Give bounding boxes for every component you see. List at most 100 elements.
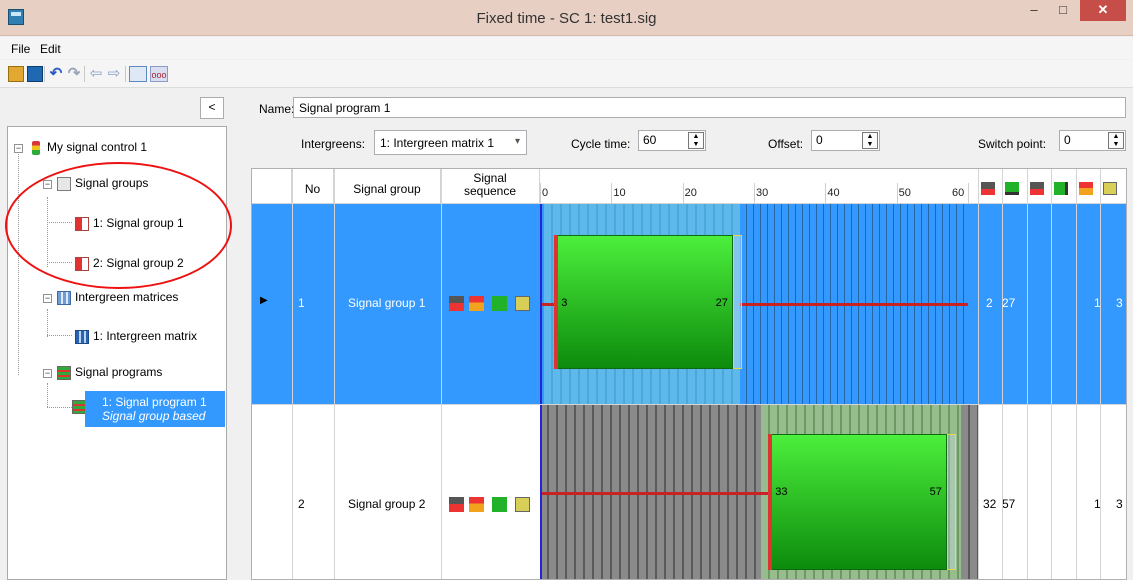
red-signal-bar <box>739 302 968 306</box>
tree-connector <box>47 222 72 223</box>
switch-point-spinner[interactable]: 0 ▲ ▼ <box>1059 130 1126 151</box>
red-amber-icon <box>469 497 484 512</box>
timeline-area[interactable]: 3 27 33 57 <box>540 203 978 579</box>
toolbar: ↶ ↷ ⇦ ⇨ ooo <box>0 60 1133 88</box>
tree-node-root[interactable]: My signal control 1 <box>29 137 147 157</box>
column-header-no[interactable]: No <box>292 169 334 203</box>
edit-mode-icon[interactable] <box>129 66 147 82</box>
red-start-column-icon <box>981 182 995 195</box>
timeline-tick-label: 20 <box>684 187 697 199</box>
signal-program-icon <box>72 400 86 414</box>
signal-control-icon <box>32 140 40 155</box>
tree-node-signal-group-1[interactable]: 1: Signal group 1 <box>75 213 184 233</box>
toolbar-separator <box>84 66 85 82</box>
green-start-column-icon <box>1005 182 1019 195</box>
title-bar: Fixed time - SC 1: test1.sig – □ ✕ <box>0 0 1133 36</box>
tree-connector <box>47 383 48 407</box>
name-input[interactable]: Signal program 1 <box>293 97 1126 118</box>
tree-connector <box>47 197 48 267</box>
red-amber-icon <box>469 296 484 311</box>
signal-groups-icon <box>57 176 71 191</box>
forward-arrow-icon[interactable]: ⇨ <box>106 66 122 82</box>
green-signal-block <box>554 235 733 369</box>
red-icon <box>449 296 464 311</box>
tree-node-signal-programs[interactable]: Signal programs <box>57 362 162 382</box>
timeline-tick-mark <box>682 183 684 203</box>
toolbar-separator <box>44 66 45 82</box>
timeline-tick-label: 0 <box>542 187 549 199</box>
row-no: 1 <box>298 296 305 310</box>
tree-connector <box>47 262 72 263</box>
expander-root[interactable]: − <box>14 144 23 153</box>
column-header-signal-sequence[interactable]: Signal sequence <box>441 169 540 203</box>
green-signal-block <box>768 434 947 570</box>
tree-node-intergreen-matrix-1[interactable]: 1: Intergreen matrix <box>75 326 197 346</box>
column-divider <box>1051 169 1052 579</box>
back-arrow-icon[interactable]: ⇦ <box>88 66 104 82</box>
red-signal-bar <box>540 491 769 495</box>
save-icon[interactable] <box>27 66 43 82</box>
row-cell: 57 <box>1002 497 1016 511</box>
close-button[interactable]: ✕ <box>1080 0 1126 21</box>
expander-intergreen-matrices[interactable]: − <box>43 294 52 303</box>
timeline-tick-mark <box>611 183 613 203</box>
green-end-label: 27 <box>715 296 728 309</box>
toolbar-separator <box>125 66 126 82</box>
open-file-icon[interactable] <box>8 66 24 82</box>
menu-file[interactable]: File <box>11 42 30 56</box>
row-cell: 32 <box>983 497 997 511</box>
maximize-button[interactable]: □ <box>1049 0 1077 21</box>
row-cell: 3 <box>1116 296 1123 310</box>
intergreens-label: Intergreens: <box>301 137 366 151</box>
signal-group-icon <box>75 216 89 231</box>
tree-node-signal-program-1[interactable]: 1: Signal program 1 Signal group based <box>85 391 225 427</box>
red-amber-column-icon <box>1079 182 1093 195</box>
red-phase-band <box>960 404 978 579</box>
cycle-time-label: Cycle time: <box>571 137 631 151</box>
spinner-arrows-icon[interactable]: ▲ ▼ <box>862 132 878 149</box>
view-mode-icon[interactable]: ooo <box>150 66 168 82</box>
column-header-signal-group[interactable]: Signal group <box>334 169 441 203</box>
cycle-start-line <box>540 203 542 579</box>
menu-edit[interactable]: Edit <box>40 42 61 56</box>
minimize-button[interactable]: – <box>1020 0 1048 21</box>
tree-node-signal-groups[interactable]: Signal groups <box>57 173 148 193</box>
expander-signal-programs[interactable]: − <box>43 369 52 378</box>
offset-label: Offset: <box>768 137 804 151</box>
amber-signal-gate <box>732 235 742 369</box>
timeline-tick-label: 40 <box>827 187 840 199</box>
tree-node-intergreen-matrices[interactable]: Intergreen matrices <box>57 287 178 307</box>
green-end-label: 57 <box>929 485 942 498</box>
column-divider <box>1027 169 1028 579</box>
collapse-panel-button[interactable]: < <box>200 97 224 119</box>
amber-icon <box>515 497 530 512</box>
expander-signal-groups[interactable]: − <box>43 180 52 189</box>
chevron-down-icon: ▾ <box>514 136 520 147</box>
spinner-arrows-icon[interactable]: ▲ ▼ <box>1108 132 1124 149</box>
red-icon <box>449 497 464 512</box>
window-title: Fixed time - SC 1: test1.sig <box>476 10 657 27</box>
cycle-time-spinner[interactable]: 60 ▲ ▼ <box>638 130 706 151</box>
signal-group-icon <box>75 256 89 271</box>
signal-program-grid: No Signal group Signal sequence 0 10 20 30 4… <box>251 168 1127 580</box>
spinner-arrows-icon[interactable]: ▲ ▼ <box>688 132 704 149</box>
timeline-tick-label: 60 <box>952 187 965 199</box>
row-cell: 2 <box>986 296 993 310</box>
offset-spinner[interactable]: 0 ▲ ▼ <box>811 130 880 151</box>
timeline-tick-mark <box>754 183 755 203</box>
row-signal-group: Signal group 2 <box>348 497 426 511</box>
tree-node-signal-group-2[interactable]: 2: Signal group 2 <box>75 253 184 273</box>
row-signal-group: Signal group 1 <box>348 296 426 310</box>
intergreen-matrices-icon <box>57 290 71 305</box>
redo-icon[interactable]: ↷ <box>66 66 82 82</box>
switch-point-label: Switch point: <box>978 137 1047 151</box>
amber-signal-gate <box>946 434 956 570</box>
green-icon <box>492 497 507 512</box>
undo-icon[interactable]: ↶ <box>48 66 64 82</box>
amber-icon <box>515 296 530 311</box>
header-divider <box>252 203 1126 204</box>
intergreens-select[interactable]: 1: Intergreen matrix 1 ▾ <box>374 130 527 155</box>
tree-connector <box>47 309 48 337</box>
row-cell: 27 <box>1002 296 1016 310</box>
column-divider <box>1076 169 1077 579</box>
